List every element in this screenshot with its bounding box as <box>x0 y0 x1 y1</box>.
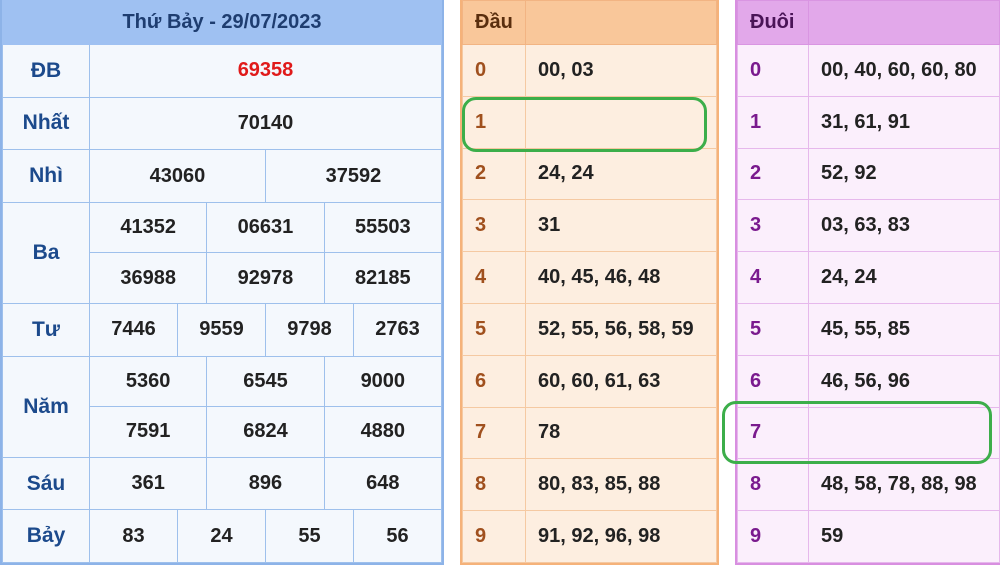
duoi-value: 46, 56, 96 <box>808 354 1000 408</box>
dau-key: 7 <box>462 406 526 460</box>
prize-value: 41352 <box>88 201 208 254</box>
dau-value: 00, 03 <box>525 44 717 97</box>
duoi-value: 00, 40, 60, 60, 80 <box>808 44 1000 97</box>
dau-value: 91, 92, 96, 98 <box>525 510 717 563</box>
prize-label-ba: Ba <box>2 201 90 304</box>
prize-value: 43060 <box>89 149 266 203</box>
prize-value: 7446 <box>89 302 178 357</box>
duoi-value: 48, 58, 78, 88, 98 <box>808 458 1000 512</box>
dau-value: 80, 83, 85, 88 <box>525 458 717 512</box>
dau-value <box>525 95 717 149</box>
dau-value: 60, 60, 61, 63 <box>525 354 717 408</box>
prize-value: 9000 <box>323 355 443 408</box>
prize-value: 36988 <box>88 252 208 304</box>
dau-key: 5 <box>462 302 526 356</box>
prize-label-nhat: Nhất <box>2 96 90 151</box>
duoi-value: 45, 55, 85 <box>808 302 1000 356</box>
prize-value: 9798 <box>264 302 354 357</box>
prize-value: 648 <box>323 456 443 511</box>
prize-value: 7591 <box>88 406 208 458</box>
dau-value: 31 <box>525 199 717 253</box>
prize-value: 70140 <box>89 96 442 151</box>
prize-value: 9559 <box>176 302 266 357</box>
prize-value: 361 <box>88 456 208 511</box>
duoi-key: 3 <box>737 199 809 253</box>
prize-value: 2763 <box>352 302 443 357</box>
prize-value: 6824 <box>206 406 325 458</box>
prize-label-nhi: Nhì <box>2 149 90 203</box>
duoi-value: 31, 61, 91 <box>808 95 1000 149</box>
duoi-header-blank <box>808 0 1000 45</box>
prize-value: 55 <box>264 509 354 563</box>
dau-key: 8 <box>462 458 526 512</box>
duoi-key: 7 <box>737 406 809 460</box>
duoi-key: 5 <box>737 302 809 356</box>
dau-key: 2 <box>462 147 526 201</box>
duoi-header: Đuôi <box>737 0 809 45</box>
prize-value: 56 <box>352 509 443 563</box>
prize-label-sau: Sáu <box>2 456 90 511</box>
duoi-key: 6 <box>737 354 809 408</box>
dau-key: 1 <box>462 95 526 149</box>
duoi-key: 0 <box>737 44 809 97</box>
dau-key: 0 <box>462 44 526 97</box>
prize-value: 82185 <box>323 252 443 304</box>
duoi-key: 2 <box>737 147 809 201</box>
prize-label-tu: Tư <box>2 302 90 357</box>
duoi-value: 03, 63, 83 <box>808 199 1000 253</box>
dau-panel: Đầu 0 00, 03 1 2 24, 24 3 31 4 40, 45, 46, 4… <box>460 0 719 565</box>
dau-key: 4 <box>462 251 526 304</box>
dau-value: 78 <box>525 406 717 460</box>
results-title: Thứ Bảy - 29/07/2023 <box>2 0 442 45</box>
prize-value: 6545 <box>206 355 325 408</box>
duoi-key: 8 <box>737 458 809 512</box>
prize-value: 55503 <box>323 201 443 254</box>
dau-key: 9 <box>462 510 526 563</box>
duoi-key: 4 <box>737 251 809 304</box>
results-panel: Thứ Bảy - 29/07/2023 ĐB 69358 Nhất 70140… <box>0 0 444 565</box>
dau-key: 3 <box>462 199 526 253</box>
prize-value: 896 <box>206 456 325 511</box>
dau-header-blank <box>525 0 717 45</box>
prize-label-db: ĐB <box>2 44 90 98</box>
dau-value: 24, 24 <box>525 147 717 201</box>
duoi-value: 52, 92 <box>808 147 1000 201</box>
prize-value: 92978 <box>206 252 325 304</box>
dau-key: 6 <box>462 354 526 408</box>
duoi-value <box>808 406 1000 460</box>
prize-value: 69358 <box>89 44 442 98</box>
duoi-key: 9 <box>737 510 809 563</box>
dau-value: 40, 45, 46, 48 <box>525 251 717 304</box>
prize-label-bay: Bảy <box>2 509 90 563</box>
dau-table: Đầu 0 00, 03 1 2 24, 24 3 31 4 40, 45, 46, 4… <box>462 0 717 563</box>
duoi-panel: Đuôi 0 00, 40, 60, 60, 80 1 31, 61, 91 2 52… <box>735 0 1000 565</box>
dau-header: Đầu <box>462 0 526 45</box>
duoi-table: Đuôi 0 00, 40, 60, 60, 80 1 31, 61, 91 2 52… <box>737 0 1000 563</box>
prize-value: 06631 <box>206 201 325 254</box>
prize-value: 24 <box>176 509 266 563</box>
duoi-key: 1 <box>737 95 809 149</box>
prize-value: 37592 <box>264 149 443 203</box>
prize-value: 4880 <box>323 406 443 458</box>
dau-value: 52, 55, 56, 58, 59 <box>525 302 717 356</box>
results-table: Thứ Bảy - 29/07/2023 ĐB 69358 Nhất 70140… <box>2 0 443 563</box>
duoi-value: 24, 24 <box>808 251 1000 304</box>
duoi-value: 59 <box>808 510 1000 563</box>
prize-value: 83 <box>89 509 178 563</box>
prize-value: 5360 <box>88 355 208 408</box>
prize-label-nam: Năm <box>2 355 90 458</box>
